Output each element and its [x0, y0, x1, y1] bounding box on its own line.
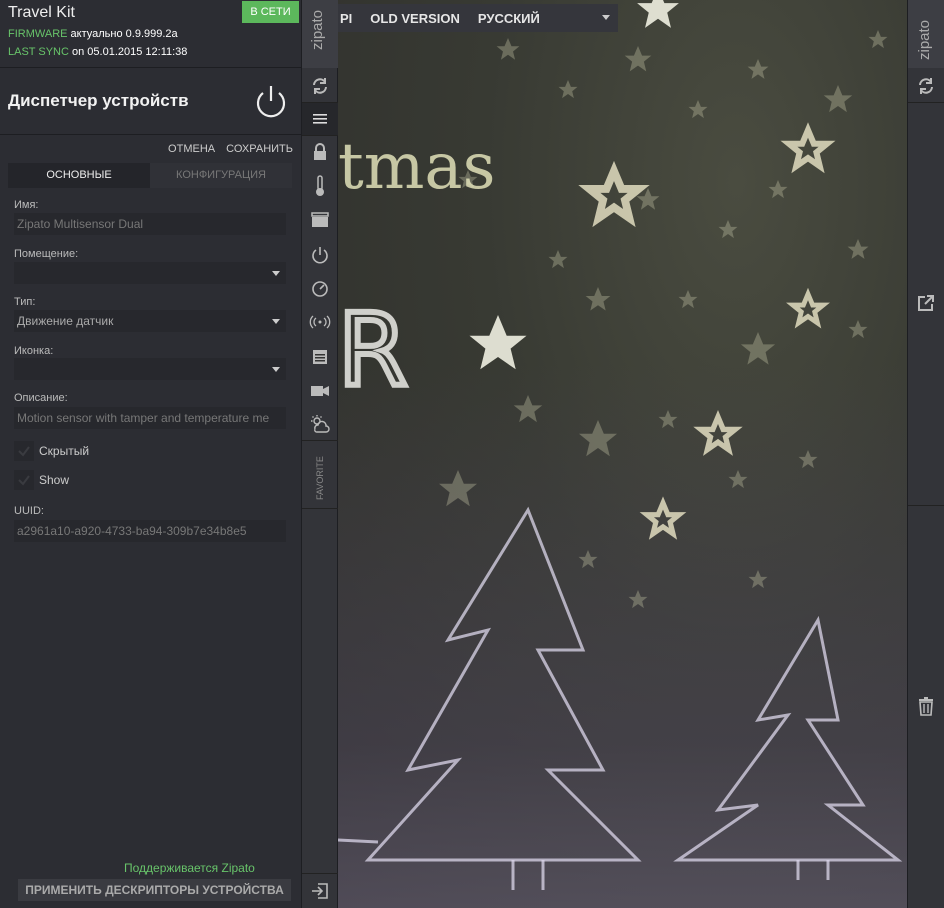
description-field[interactable]: Motion sensor with tamper and temperatur…: [14, 407, 286, 429]
svg-text:R: R: [338, 292, 407, 409]
chevron-down-icon: [272, 271, 280, 276]
supported-by-text: Поддерживается Zipato: [124, 861, 255, 875]
show-label: Show: [39, 473, 70, 487]
page-title: Диспетчер устройств: [8, 91, 189, 110]
cancel-button[interactable]: ОТМЕНА: [168, 143, 215, 155]
check-icon: [18, 446, 30, 457]
firmware-value: актуально 0.9.999.2a: [70, 28, 178, 40]
hidden-checkbox[interactable]: [14, 441, 34, 461]
left-panel: Travel Kit В СЕТИ FIRMWARE актуально 0.9…: [0, 0, 301, 908]
uuid-label: UUID:: [14, 505, 44, 517]
icon-select[interactable]: [14, 358, 286, 380]
type-label: Тип:: [14, 296, 36, 308]
apply-descriptors-button[interactable]: ПРИМЕНИТЬ ДЕСКРИПТОРЫ УСТРОЙСТВА: [18, 879, 291, 901]
external-link-icon[interactable]: [908, 287, 944, 319]
chevron-down-icon: [272, 367, 280, 372]
thermometer-icon[interactable]: [302, 170, 338, 202]
tab-basic[interactable]: ОСНОВНЫЕ: [8, 163, 150, 188]
sync-line: LAST SYNC on 05.01.2015 12:11:38: [8, 46, 187, 58]
name-field[interactable]: Zipato Multisensor Dual: [14, 213, 286, 235]
chevron-down-icon: [272, 319, 280, 324]
refresh-icon[interactable]: [908, 70, 944, 102]
form-actions: ОТМЕНА СОХРАНИТЬ: [160, 143, 293, 155]
firmware-label: FIRMWARE: [8, 28, 68, 40]
description-label: Описание:: [14, 392, 68, 404]
right-sidebar: zipato: [907, 0, 944, 908]
check-icon: [18, 475, 30, 486]
zipato-logo: zipato: [302, 0, 338, 68]
save-button[interactable]: СОХРАНИТЬ: [226, 143, 293, 155]
room-select[interactable]: [14, 262, 286, 284]
calendar-icon[interactable]: [302, 340, 338, 372]
type-select[interactable]: Движение датчик: [14, 310, 286, 332]
icon-sidebar: zipato FAVORITE: [301, 0, 338, 908]
chalkboard-illustration: tmas R: [338, 0, 903, 890]
online-status-badge: В СЕТИ: [242, 1, 299, 23]
uuid-field[interactable]: a2961a10-a920-4733-ba94-309b7e34b8e5: [14, 520, 286, 542]
refresh-icon[interactable]: [302, 70, 338, 102]
tabs: ОСНОВНЫЕ КОНФИГУРАЦИЯ: [8, 163, 292, 188]
name-label: Имя:: [14, 199, 39, 211]
clapperboard-icon[interactable]: [302, 204, 338, 236]
lock-icon[interactable]: [302, 136, 338, 168]
sync-label: LAST SYNC: [8, 46, 69, 58]
firmware-line: FIRMWARE актуально 0.9.999.2a: [8, 28, 178, 40]
sync-value: on 05.01.2015 12:11:38: [72, 46, 188, 58]
gauge-icon[interactable]: [302, 272, 338, 304]
trash-icon[interactable]: [908, 690, 944, 722]
type-value: Движение датчик: [17, 314, 114, 328]
hidden-label: Скрытый: [39, 444, 90, 458]
power-icon[interactable]: [252, 83, 290, 121]
logout-icon[interactable]: [302, 875, 338, 907]
show-checkbox[interactable]: [14, 470, 34, 490]
tab-configuration[interactable]: КОНФИГУРАЦИЯ: [150, 163, 292, 188]
icon-label: Иконка:: [14, 345, 54, 357]
wireless-icon[interactable]: [302, 306, 338, 338]
menu-icon[interactable]: [302, 103, 338, 135]
zipato-logo-text: zipato: [309, 9, 326, 50]
header: Travel Kit В СЕТИ FIRMWARE актуально 0.9…: [0, 0, 301, 68]
camera-icon[interactable]: [302, 375, 338, 407]
kit-title: Travel Kit: [8, 4, 75, 21]
power-icon[interactable]: [302, 239, 338, 271]
background-image: tmas R: [338, 0, 907, 908]
app-root: Travel Kit В СЕТИ FIRMWARE актуально 0.9…: [0, 0, 944, 908]
svg-text:tmas: tmas: [338, 130, 495, 204]
zipato-logo-text: zipato: [916, 19, 933, 60]
room-label: Помещение:: [14, 248, 79, 260]
favorite-label[interactable]: FAVORITE: [315, 456, 325, 500]
weather-icon[interactable]: [302, 408, 338, 440]
device-manager-header: Диспетчер устройств: [0, 69, 301, 135]
zipato-logo: zipato: [908, 0, 944, 68]
